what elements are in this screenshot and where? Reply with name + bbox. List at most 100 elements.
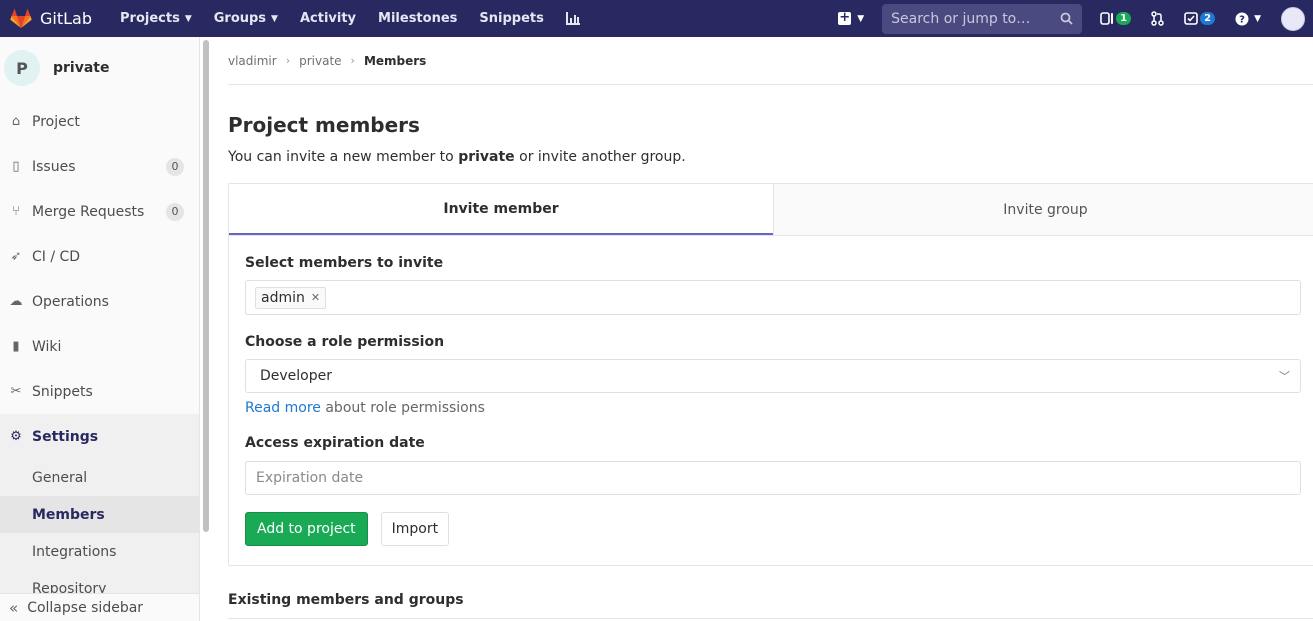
selected-member-token: admin ✕ — [255, 286, 327, 309]
chevron-right-icon: › — [350, 54, 355, 67]
sidebar-item-label: CI / CD — [32, 248, 81, 265]
sidebar-item-project[interactable]: ⌂ Project — [0, 99, 199, 144]
tab-invite-member[interactable]: Invite member — [229, 184, 773, 235]
expiration-date-input[interactable]: Expiration date — [245, 461, 1301, 495]
existing-members-heading: Existing members and groups — [228, 592, 464, 608]
sidebar-item-label: Project — [32, 113, 80, 130]
gitlab-tanuki-icon — [10, 8, 32, 28]
nav-analytics[interactable] — [565, 12, 580, 25]
breadcrumb: vladimir › private › Members — [228, 37, 1313, 85]
sidebar-item-settings[interactable]: ⚙ Settings — [0, 414, 199, 459]
search-placeholder: Search or jump to… — [891, 10, 1031, 27]
tab-invite-group[interactable]: Invite group — [773, 184, 1313, 235]
intro-project-name: private — [458, 149, 515, 165]
new-dropdown-button[interactable]: + ▼ — [838, 10, 865, 25]
issues-nav-button[interactable]: 1 — [1100, 12, 1132, 25]
intro-text-start: You can invite a new member to — [228, 149, 459, 165]
merge-requests-count: 0 — [166, 202, 184, 221]
chevron-right-icon: › — [285, 54, 291, 67]
book-icon: ▮ — [12, 339, 20, 354]
todos-count-badge: 2 — [1200, 12, 1216, 25]
issues-icon: ▯ — [12, 159, 20, 174]
sidebar-project-header[interactable]: P private — [0, 37, 199, 99]
sidebar-item-snippets[interactable]: ✂ Snippets — [0, 369, 199, 414]
page-title: Project members — [228, 113, 420, 137]
merge-request-icon — [1151, 11, 1164, 26]
issues-count-badge: 1 — [1116, 12, 1132, 25]
sidebar-item-label: Wiki — [32, 338, 62, 355]
breadcrumb-current[interactable]: Members — [364, 54, 426, 68]
nav-groups-label: Groups — [213, 11, 267, 26]
nav-snippets[interactable]: Snippets — [479, 11, 543, 26]
home-icon: ⌂ — [11, 114, 21, 129]
settings-icon: ⚙ — [10, 429, 22, 444]
sidebar-item-label: Snippets — [32, 383, 93, 400]
double-chevron-left-icon: « — [9, 598, 19, 617]
sidebar-item-ci-cd[interactable]: ➶ CI / CD — [0, 234, 199, 279]
cloud-gear-icon: ☁ — [9, 294, 23, 309]
collapse-sidebar-button[interactable]: « Collapse sidebar — [0, 593, 199, 621]
members-select-input[interactable]: admin ✕ — [245, 280, 1301, 315]
sidebar-subitem-members[interactable]: Members — [0, 496, 199, 533]
search-icon — [1060, 12, 1073, 25]
sidebar-item-label: Issues — [32, 158, 76, 175]
sidebar-item-issues[interactable]: ▯ Issues 0 — [0, 144, 199, 189]
sidebar-item-label: Operations — [32, 293, 109, 310]
sidebar-scrollbar[interactable] — [203, 40, 209, 532]
divider — [228, 618, 1313, 619]
nav-activity[interactable]: Activity — [300, 11, 356, 26]
user-avatar-menu[interactable] — [1281, 6, 1305, 31]
question-circle-icon: ? — [1235, 12, 1249, 25]
role-permission-select[interactable]: Developer ﹀ — [245, 359, 1301, 393]
sidebar-item-merge-requests[interactable]: ⑂ Merge Requests 0 — [0, 189, 199, 234]
nav-projects-label: Projects — [120, 11, 180, 26]
chevron-down-icon: ▼ — [271, 13, 278, 24]
merge-requests-nav-button[interactable] — [1151, 11, 1164, 26]
todos-nav-button[interactable]: 2 — [1184, 12, 1216, 25]
rocket-icon: ➶ — [10, 249, 22, 264]
nav-projects[interactable]: Projects ▼ — [120, 11, 192, 26]
breadcrumb-link-namespace[interactable]: vladimir — [228, 54, 277, 68]
import-button[interactable]: Import — [380, 512, 450, 546]
search-input[interactable]: Search or jump to… — [882, 3, 1083, 34]
scissors-icon: ✂ — [10, 384, 22, 399]
intro-text: You can invite a new member to private o… — [228, 149, 1313, 165]
sidebar-item-label: Settings — [32, 428, 99, 445]
merge-request-icon: ⑂ — [12, 204, 20, 219]
add-to-project-button[interactable]: Add to project — [245, 512, 368, 546]
chevron-down-icon: ▼ — [184, 13, 192, 24]
main-content: vladimir › private › Members Project mem… — [228, 37, 1313, 621]
svg-text:?: ? — [1239, 14, 1245, 25]
expiration-date-placeholder: Expiration date — [256, 470, 364, 486]
remove-token-icon[interactable]: ✕ — [311, 291, 320, 304]
project-name: private — [53, 60, 110, 76]
sidebar-subitem-general[interactable]: General — [0, 459, 199, 496]
gitlab-logo-link[interactable]: GitLab — [10, 8, 110, 29]
collapse-sidebar-label: Collapse sidebar — [27, 599, 144, 616]
role-permissions-help: Read more about role permissions — [245, 400, 1301, 416]
invite-panel: Invite member Invite group Select member… — [228, 183, 1313, 566]
role-help-text: about role permissions — [320, 400, 485, 416]
breadcrumb-link-project[interactable]: private — [299, 54, 341, 68]
nav-groups[interactable]: Groups ▼ — [214, 11, 278, 26]
role-permission-value: Developer — [260, 368, 333, 384]
issues-icon — [1100, 12, 1114, 25]
chevron-down-icon: ▼ — [1254, 13, 1261, 24]
sidebar-item-operations[interactable]: ☁ Operations — [0, 279, 199, 324]
project-sidebar: P private ⌂ Project ▯ Issues 0 ⑂ Merge Requ… — [0, 37, 200, 621]
role-permission-label: Choose a role permission — [245, 334, 445, 350]
sidebar-subitem-integrations[interactable]: Integrations — [0, 533, 199, 570]
chevron-down-icon: ▼ — [857, 13, 865, 24]
issues-count: 0 — [166, 157, 184, 176]
read-more-link[interactable]: Read more — [245, 400, 321, 416]
invite-tabs: Invite member Invite group — [229, 184, 1313, 236]
invite-member-form: Select members to invite admin ✕ Choose … — [229, 255, 1313, 546]
chart-icon — [565, 12, 580, 25]
nav-milestones[interactable]: Milestones — [378, 11, 457, 26]
sidebar-item-wiki[interactable]: ▮ Wiki — [0, 324, 199, 369]
plus-square-icon: + — [838, 10, 852, 25]
selected-member-name: admin — [261, 289, 305, 306]
help-dropdown-button[interactable]: ? ▼ — [1235, 12, 1261, 26]
top-navbar: GitLab Projects ▼ Groups ▼ Activity Milest… — [0, 0, 1313, 37]
todo-check-icon — [1184, 12, 1198, 25]
